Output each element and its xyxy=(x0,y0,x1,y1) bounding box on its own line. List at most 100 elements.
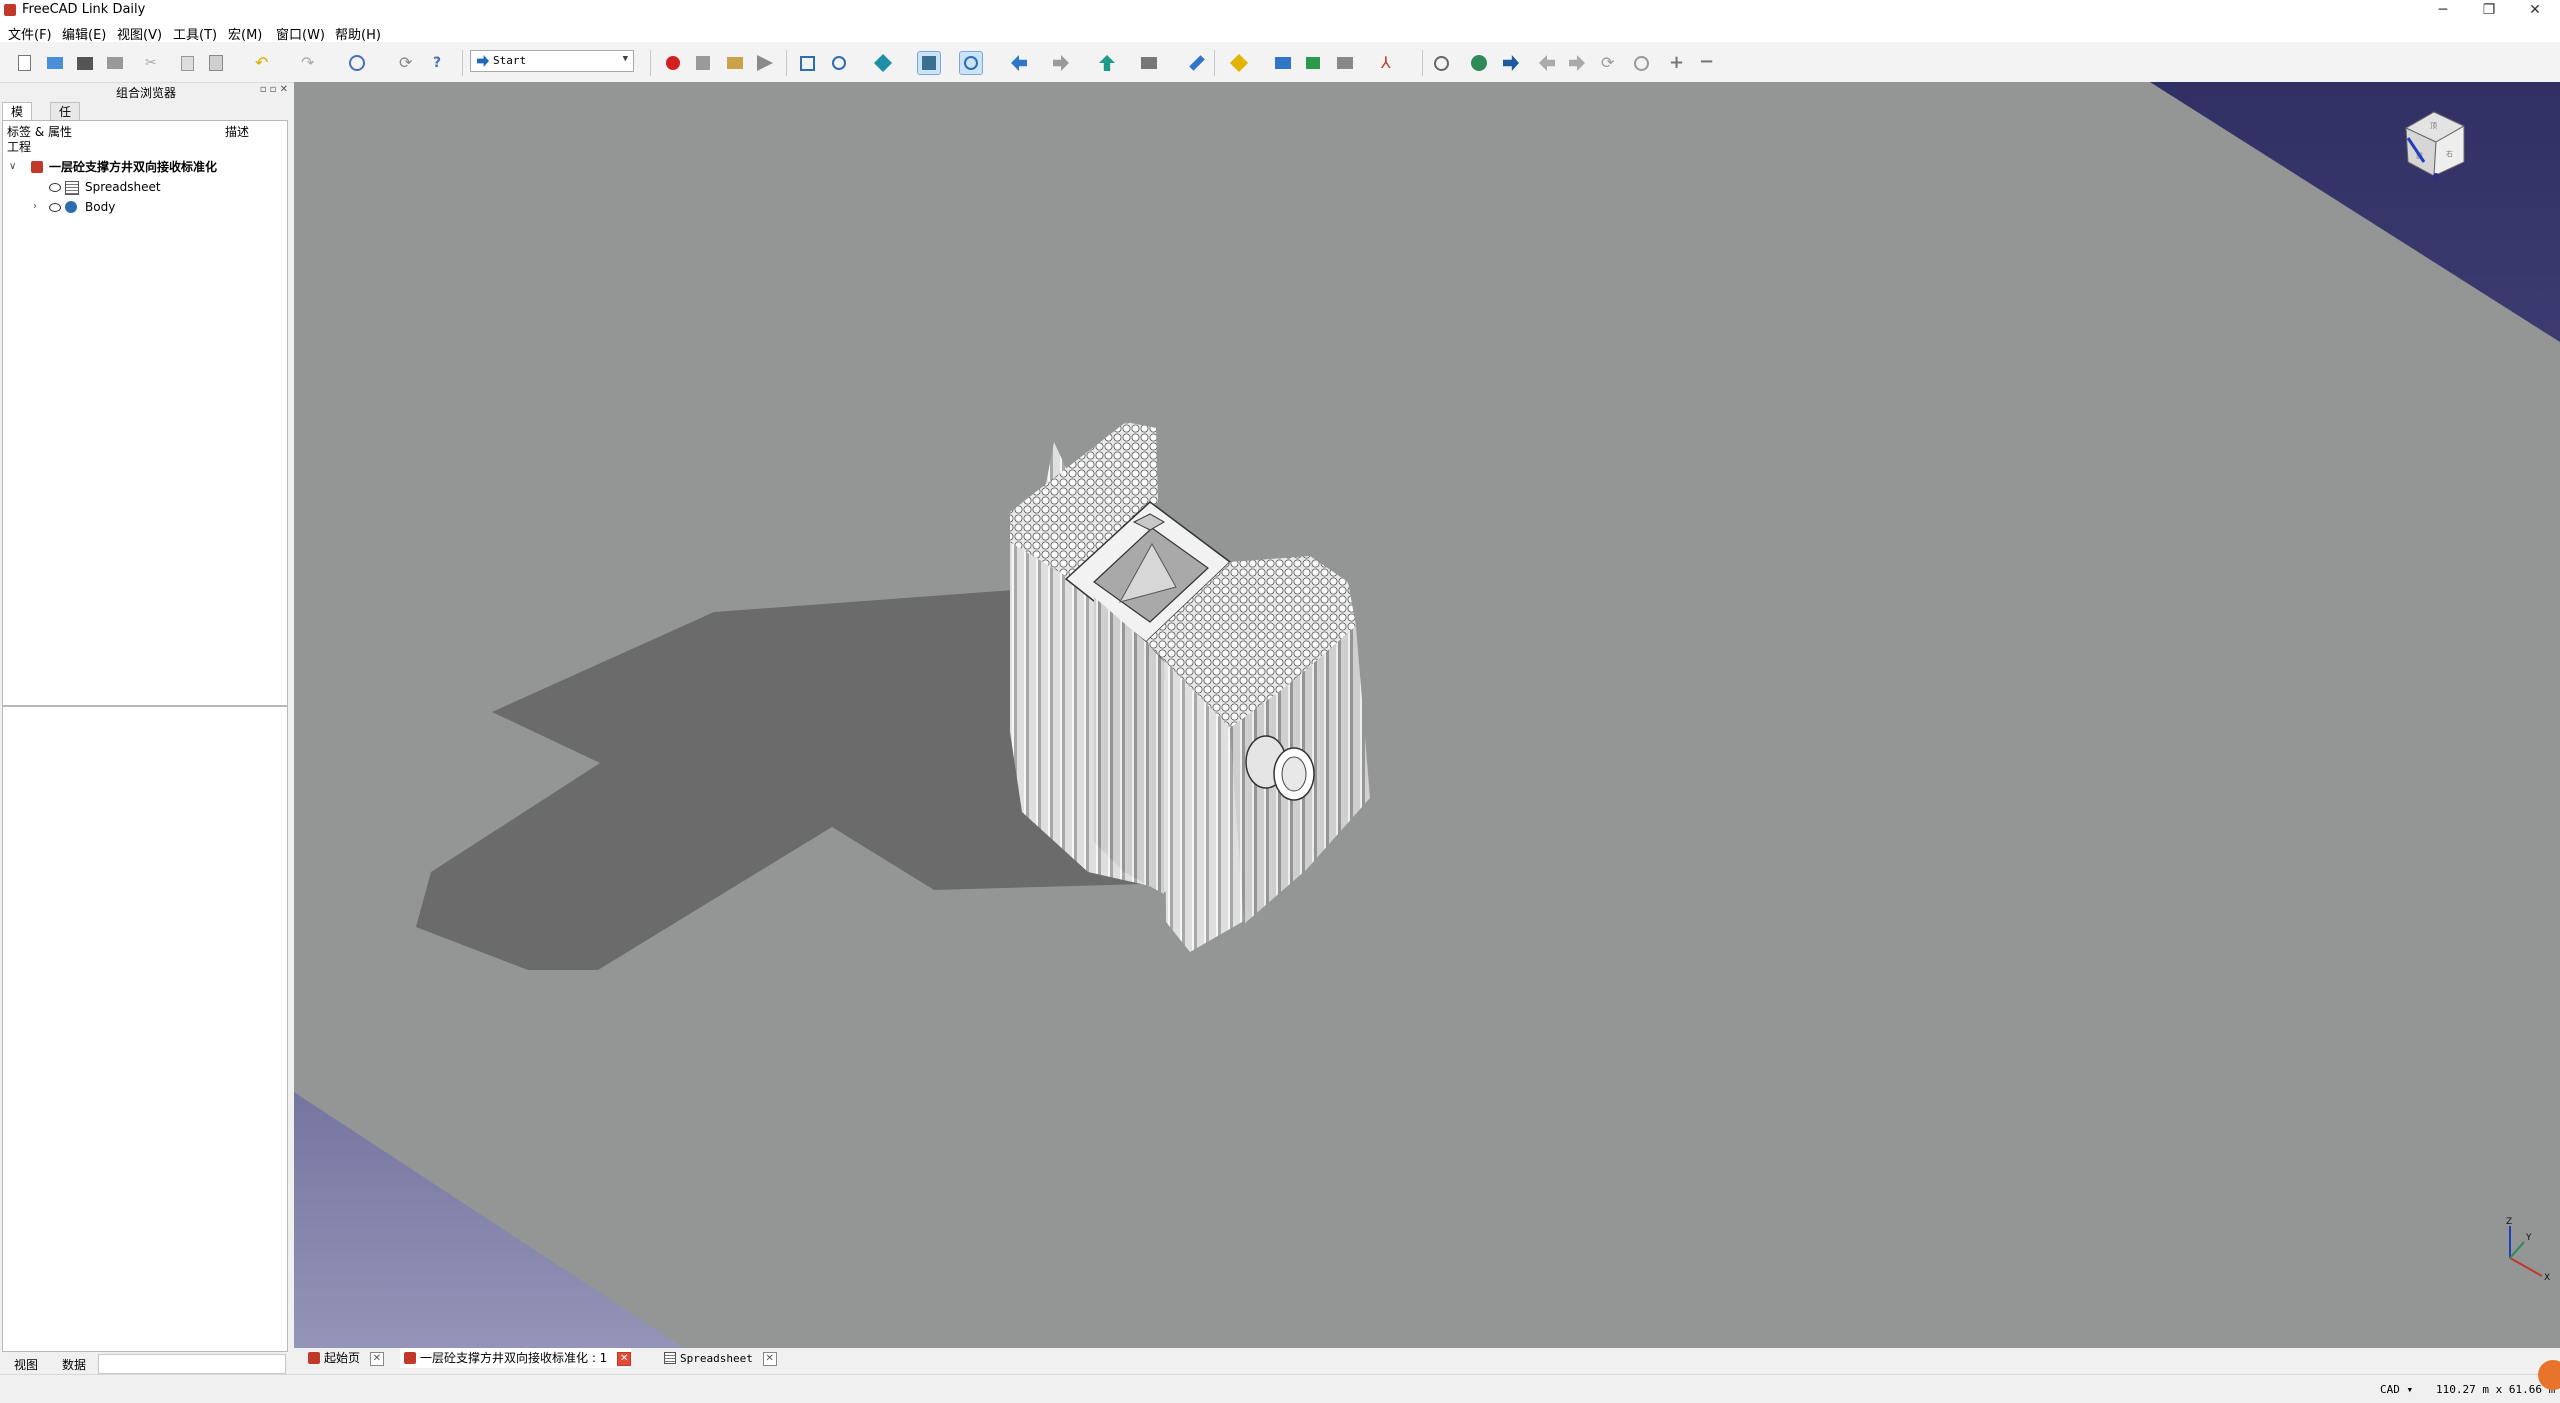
dock-buttons[interactable]: ▫ ▫ ✕ xyxy=(260,84,288,95)
tree-document-row[interactable]: ∨ 一层砼支撑方井双向接收标准化 xyxy=(3,157,287,177)
close-icon[interactable]: ✕ xyxy=(369,1351,384,1366)
undo-icon[interactable]: ↶ xyxy=(252,52,274,74)
main-toolbar: ✂ ↶ ↷ ⟳ ? ⅄ ⟳ + − xyxy=(0,42,2560,83)
web-next-icon[interactable] xyxy=(1566,52,1588,74)
eye-icon[interactable] xyxy=(49,203,61,212)
menu-window[interactable]: 窗口(W) xyxy=(276,24,325,43)
web-refresh-icon[interactable]: ⟳ xyxy=(1598,52,1620,74)
maximize-button[interactable]: ❐ xyxy=(2466,0,2512,20)
tree-item-body[interactable]: › Body xyxy=(3,197,287,217)
tab-data[interactable]: 数据 xyxy=(62,1356,86,1373)
3d-viewport[interactable]: 顶 前 右 Z Y X xyxy=(294,82,2560,1348)
stop-loading-icon[interactable] xyxy=(1430,52,1452,74)
tab-view[interactable]: 视图 xyxy=(14,1356,38,1373)
axis-z-label: Z xyxy=(2506,1217,2512,1227)
combo-view: 组合浏览器 ▫ ▫ ✕ 模型 任务 标签 & 属性 描述 工程 ∨ 一层砼支撑方… xyxy=(0,84,292,1374)
back-arrow-icon[interactable] xyxy=(1008,52,1030,74)
menu-help[interactable]: 帮助(H) xyxy=(335,24,381,43)
freecad-logo-icon xyxy=(4,4,16,16)
chevron-down-icon[interactable]: ∨ xyxy=(9,157,19,177)
create-group-icon[interactable] xyxy=(1272,52,1294,74)
chevron-right-icon[interactable]: › xyxy=(33,197,43,217)
workbench-label: Start xyxy=(493,54,527,67)
view-isometric-icon[interactable] xyxy=(872,52,894,74)
up-arrow-icon[interactable] xyxy=(1096,52,1118,74)
menu-tools[interactable]: 工具(T) xyxy=(173,24,217,43)
freecad-document-icon xyxy=(31,161,43,173)
record-macro-icon[interactable] xyxy=(662,52,684,74)
menu-view[interactable]: 视图(V) xyxy=(117,24,162,43)
menu-file[interactable]: 文件(F) xyxy=(8,24,52,43)
title-bar: FreeCAD Link Daily ─ ❐ ✕ xyxy=(0,0,2560,20)
fit-all-icon[interactable] xyxy=(796,52,818,74)
property-filter-field[interactable] xyxy=(98,1354,286,1374)
save-icon[interactable] xyxy=(74,52,96,74)
tree-section-label: 工程 xyxy=(7,140,32,154)
navigation-style-button[interactable]: CAD ▾ xyxy=(2380,1383,2413,1396)
link-actions-icon[interactable] xyxy=(1334,52,1356,74)
navcube-origin-icon xyxy=(2433,173,2439,179)
std-views-icon[interactable] xyxy=(1138,52,1160,74)
spreadsheet-icon xyxy=(664,1352,676,1364)
measure-icon[interactable] xyxy=(1186,52,1208,74)
draw-style-icon[interactable] xyxy=(917,51,941,75)
freecad-icon xyxy=(404,1352,416,1364)
tab-model[interactable]: 模型 xyxy=(2,102,33,137)
combo-view-title: 组合浏览器 xyxy=(115,86,176,100)
property-view[interactable] xyxy=(2,706,288,1352)
tab-label: 一层砼支撑方井双向接收标准化 : 1 xyxy=(420,1351,608,1365)
menu-macro[interactable]: 宏(M) xyxy=(228,24,262,43)
copy-icon[interactable] xyxy=(176,52,198,74)
workbench-selector[interactable]: Start ▼ xyxy=(470,50,634,72)
link-icon[interactable] xyxy=(1302,52,1324,74)
open-folder-icon[interactable] xyxy=(44,52,66,74)
recompute-icon[interactable]: ⟳ xyxy=(396,52,418,74)
edit-macro-icon[interactable] xyxy=(724,52,746,74)
scene-svg: 顶 前 右 Z Y X xyxy=(294,82,2560,1348)
web-back-icon[interactable] xyxy=(1536,52,1558,74)
navcube-top-label: 顶 xyxy=(2430,122,2437,130)
create-part-icon[interactable] xyxy=(1228,52,1250,74)
dimension-readout: 110.27 m x 61.66 m xyxy=(2436,1383,2556,1396)
tree-section-application: 工程 xyxy=(3,137,287,157)
web-stop-icon[interactable] xyxy=(1630,52,1652,74)
box-zoom-icon[interactable] xyxy=(959,51,983,75)
tab-document[interactable]: 一层砼支撑方井双向接收标准化 : 1 ✕ xyxy=(400,1348,632,1368)
toolbar-separator xyxy=(1214,50,1215,76)
redo-icon[interactable]: ↷ xyxy=(298,52,320,74)
refresh-tool-icon[interactable] xyxy=(346,52,368,74)
tab-spreadsheet[interactable]: Spreadsheet ✕ xyxy=(660,1348,777,1368)
new-document-icon[interactable] xyxy=(13,52,35,74)
forward-arrow-icon[interactable] xyxy=(1050,52,1072,74)
close-icon[interactable]: ✕ xyxy=(762,1351,777,1366)
menu-edit[interactable]: 编辑(E) xyxy=(62,24,106,43)
paste-icon[interactable] xyxy=(205,52,227,74)
run-macro-icon[interactable] xyxy=(754,52,776,74)
fit-selection-icon[interactable] xyxy=(828,52,850,74)
model-tree: 标签 & 属性 描述 工程 ∨ 一层砼支撑方井双向接收标准化 Spreadshe… xyxy=(2,120,288,706)
axis-y-label: Y xyxy=(2525,1233,2532,1243)
zoom-in-icon[interactable]: + xyxy=(1666,52,1688,74)
window-title: FreeCAD Link Daily xyxy=(22,2,146,17)
tab-tasks[interactable]: 任务 xyxy=(50,102,81,137)
document-label: 一层砼支撑方井双向接收标准化 xyxy=(49,160,218,174)
eye-icon[interactable] xyxy=(49,183,61,192)
stop-macro-icon[interactable] xyxy=(692,52,714,74)
zoom-out-icon[interactable]: − xyxy=(1696,52,1718,74)
datum-axes-icon[interactable]: ⅄ xyxy=(1378,52,1400,74)
tree-item-spreadsheet[interactable]: Spreadsheet xyxy=(3,177,287,197)
close-button[interactable]: ✕ xyxy=(2512,0,2558,20)
minimize-button[interactable]: ─ xyxy=(2420,0,2466,20)
notification-badge-icon[interactable] xyxy=(2538,1360,2560,1390)
chevron-down-icon: ▼ xyxy=(622,54,628,64)
whats-this-icon[interactable]: ? xyxy=(430,52,452,74)
close-icon[interactable]: ✕ xyxy=(617,1351,632,1366)
document-tabs: 起始页 ✕ 一层砼支撑方井双向接收标准化 : 1 ✕ Spreadsheet ✕ xyxy=(294,1348,2560,1368)
web-home-icon[interactable] xyxy=(1468,52,1490,74)
toolbar-separator xyxy=(462,50,463,76)
axis-x-label: X xyxy=(2544,1273,2550,1283)
web-forward-icon[interactable] xyxy=(1500,52,1522,74)
save-as-icon[interactable] xyxy=(104,52,126,74)
cut-icon[interactable]: ✂ xyxy=(142,52,164,74)
tab-start-page[interactable]: 起始页 ✕ xyxy=(304,1348,384,1368)
